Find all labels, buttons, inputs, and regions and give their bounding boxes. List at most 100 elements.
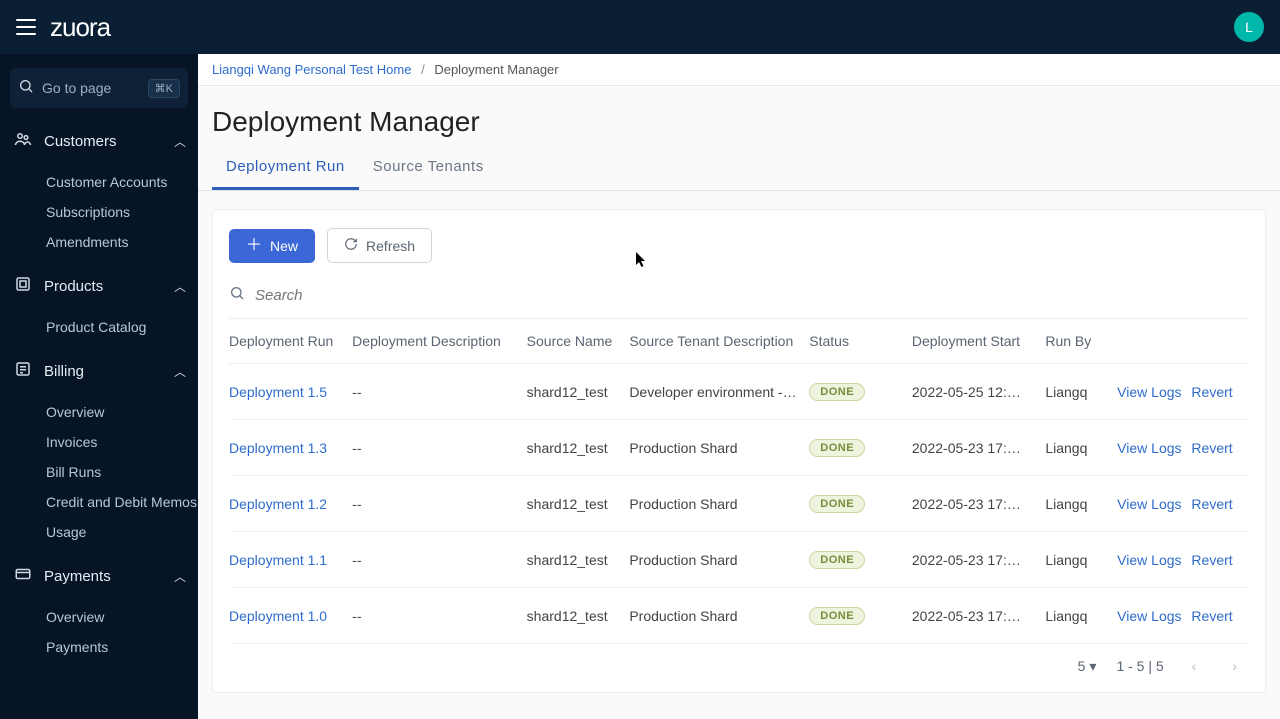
new-button[interactable]: ＋ New [229, 229, 315, 263]
breadcrumb: Liangqi Wang Personal Test Home / Deploy… [198, 54, 1280, 86]
sidebar-link-invoices[interactable]: Invoices [46, 427, 198, 457]
sidebar-link-usage[interactable]: Usage [46, 517, 198, 547]
status-badge: DONE [809, 495, 865, 513]
billing-icon [12, 360, 34, 383]
table-row: Deployment 1.0--shard12_testProduction S… [229, 588, 1249, 644]
view-logs-link[interactable]: View Logs [1117, 552, 1181, 568]
sidebar-item-billing[interactable]: Billing ︿ [0, 350, 198, 393]
cell-desc: -- [352, 588, 527, 644]
main: Liangqi Wang Personal Test Home / Deploy… [198, 54, 1280, 719]
sidebar-item-customers[interactable]: Customers ︿ [0, 120, 198, 163]
next-page-button[interactable]: › [1224, 654, 1245, 678]
tab-deployment-run[interactable]: Deployment Run [212, 148, 359, 190]
col-source-name: Source Name [527, 319, 630, 364]
sidebar-item-label: Payments [44, 568, 174, 585]
status-badge: DONE [809, 439, 865, 457]
col-start: Deployment Start [912, 319, 1045, 364]
revert-link[interactable]: Revert [1191, 384, 1232, 400]
cell-runby: Liangq [1045, 364, 1117, 420]
breadcrumb-home[interactable]: Liangqi Wang Personal Test Home [212, 62, 411, 77]
table-row: Deployment 1.5--shard12_testDeveloper en… [229, 364, 1249, 420]
sidebar-link-payments[interactable]: Payments [46, 632, 198, 662]
cell-tenant: Production Shard [629, 532, 809, 588]
cell-tenant: Developer environment -… [629, 364, 809, 420]
revert-link[interactable]: Revert [1191, 496, 1232, 512]
status-badge: DONE [809, 551, 865, 569]
products-icon [12, 275, 34, 298]
revert-link[interactable]: Revert [1191, 440, 1232, 456]
pager: 5 ▾ 1 - 5 | 5 ‹ › [229, 644, 1249, 682]
col-status: Status [809, 319, 912, 364]
cell-status: DONE [809, 476, 912, 532]
sidebar-item-products[interactable]: Products ︿ [0, 265, 198, 308]
deployment-link[interactable]: Deployment 1.1 [229, 532, 352, 588]
chevron-up-icon: ︿ [174, 363, 186, 380]
cell-runby: Liangq [1045, 532, 1117, 588]
sidebar-link-customer-accounts[interactable]: Customer Accounts [46, 167, 198, 197]
cell-src: shard12_test [527, 476, 630, 532]
cell-src: shard12_test [527, 588, 630, 644]
search-icon [18, 78, 34, 99]
page-range: 1 - 5 | 5 [1116, 658, 1163, 674]
deployment-link[interactable]: Deployment 1.3 [229, 420, 352, 476]
refresh-button[interactable]: Refresh [327, 228, 432, 263]
tab-source-tenants[interactable]: Source Tenants [359, 148, 498, 190]
cell-start: 2022-05-23 17:… [912, 588, 1045, 644]
sidebar-item-payments[interactable]: Payments ︿ [0, 555, 198, 598]
view-logs-link[interactable]: View Logs [1117, 608, 1181, 624]
sidebar-item-label: Billing [44, 363, 174, 380]
menu-toggle-icon[interactable] [16, 19, 36, 35]
cell-status: DONE [809, 364, 912, 420]
cell-tenant: Production Shard [629, 588, 809, 644]
cell-runby: Liangq [1045, 420, 1117, 476]
col-runby: Run By [1045, 319, 1117, 364]
deployment-link[interactable]: Deployment 1.5 [229, 364, 352, 420]
table-row: Deployment 1.2--shard12_testProduction S… [229, 476, 1249, 532]
sidebar-link-payments-overview[interactable]: Overview [46, 602, 198, 632]
new-button-label: New [270, 238, 298, 254]
cell-src: shard12_test [527, 532, 630, 588]
go-to-page-search[interactable]: Go to page ⌘K [10, 68, 188, 108]
prev-page-button[interactable]: ‹ [1184, 654, 1205, 678]
customers-icon [12, 130, 34, 153]
payments-icon [12, 565, 34, 588]
table-row: Deployment 1.1--shard12_testProduction S… [229, 532, 1249, 588]
sidebar-link-bill-runs[interactable]: Bill Runs [46, 457, 198, 487]
deployment-link[interactable]: Deployment 1.0 [229, 588, 352, 644]
status-badge: DONE [809, 607, 865, 625]
sidebar-link-credit-debit-memos[interactable]: Credit and Debit Memos [46, 487, 198, 517]
table-search-input[interactable] [255, 287, 1249, 304]
chevron-up-icon: ︿ [174, 133, 186, 150]
col-actions1 [1117, 319, 1191, 364]
sidebar-link-subscriptions[interactable]: Subscriptions [46, 197, 198, 227]
cell-desc: -- [352, 476, 527, 532]
breadcrumb-current: Deployment Manager [434, 62, 558, 77]
cell-start: 2022-05-23 17:… [912, 420, 1045, 476]
cell-desc: -- [352, 420, 527, 476]
view-logs-link[interactable]: View Logs [1117, 496, 1181, 512]
go-to-page-placeholder: Go to page [42, 80, 148, 96]
shortcut-badge: ⌘K [148, 79, 180, 98]
chevron-up-icon: ︿ [174, 568, 186, 585]
sidebar-link-amendments[interactable]: Amendments [46, 227, 198, 257]
col-deployment-run: Deployment Run [229, 319, 352, 364]
sidebar-link-billing-overview[interactable]: Overview [46, 397, 198, 427]
cell-tenant: Production Shard [629, 420, 809, 476]
revert-link[interactable]: Revert [1191, 552, 1232, 568]
toolbar: ＋ New Refresh [229, 228, 1249, 263]
cell-src: shard12_test [527, 420, 630, 476]
page-size-value: 5 [1078, 658, 1086, 674]
view-logs-link[interactable]: View Logs [1117, 440, 1181, 456]
deployment-link[interactable]: Deployment 1.2 [229, 476, 352, 532]
view-logs-link[interactable]: View Logs [1117, 384, 1181, 400]
cell-tenant: Production Shard [629, 476, 809, 532]
avatar[interactable]: L [1234, 12, 1264, 42]
cell-status: DONE [809, 420, 912, 476]
revert-link[interactable]: Revert [1191, 608, 1232, 624]
col-actions2 [1191, 319, 1249, 364]
col-desc: Deployment Description [352, 319, 527, 364]
sidebar-link-product-catalog[interactable]: Product Catalog [46, 312, 198, 342]
search-icon [229, 285, 245, 306]
page-size-select[interactable]: 5 ▾ [1078, 658, 1097, 675]
cell-status: DONE [809, 588, 912, 644]
